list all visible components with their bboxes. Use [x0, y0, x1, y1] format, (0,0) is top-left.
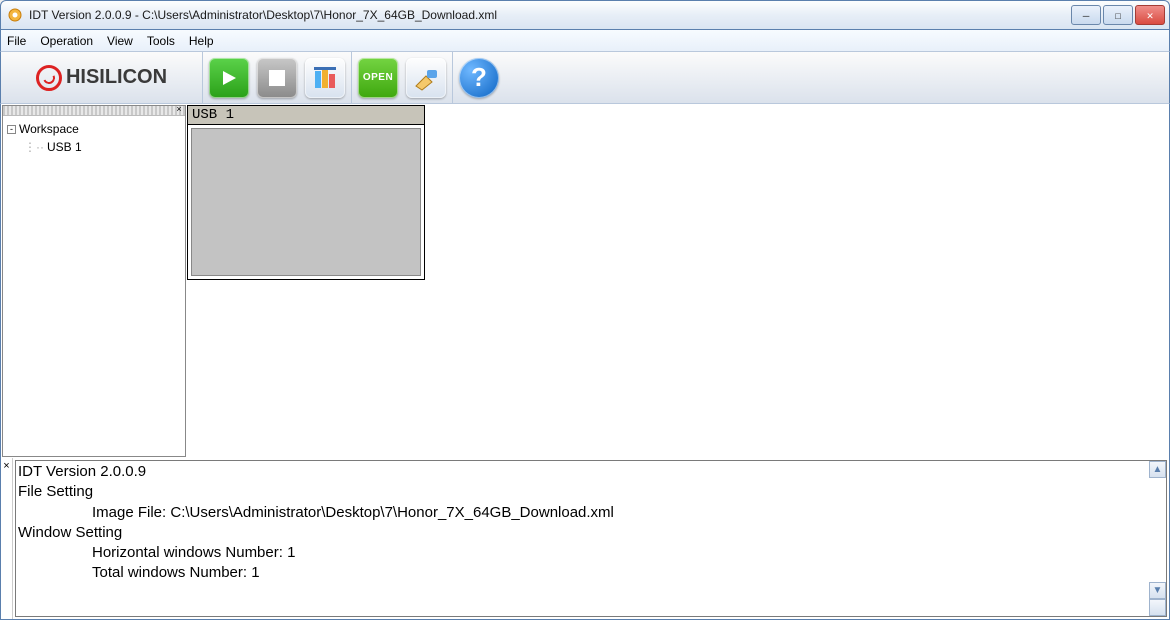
log-line: Horizontal windows Number: 1: [18, 543, 1164, 563]
settings-button[interactable]: [305, 58, 345, 98]
toolbar: HISILICON OPEN ?: [0, 52, 1170, 104]
menu-help[interactable]: Help: [189, 34, 214, 48]
log-pane: × ▲ ▼ IDT Version 2.0.0.9File SettingIma…: [0, 458, 1170, 620]
erase-button[interactable]: [406, 58, 446, 98]
tree-item-label: USB 1: [47, 140, 82, 154]
log-line: Window Setting: [18, 523, 1164, 543]
tree-item-usb1[interactable]: ⋮·· USB 1: [7, 138, 181, 156]
brand-logo-text: HISILICON: [66, 66, 167, 89]
menu-view[interactable]: View: [107, 34, 133, 48]
start-button[interactable]: [209, 58, 249, 98]
log-output[interactable]: ▲ ▼ IDT Version 2.0.0.9File SettingImage…: [15, 460, 1167, 617]
log-line: File Setting: [18, 482, 1164, 502]
tree-root[interactable]: - Workspace: [7, 120, 181, 138]
panel-close-icon[interactable]: ×: [174, 105, 184, 115]
device-box[interactable]: USB 1: [187, 105, 425, 280]
log-pane-close-icon[interactable]: ×: [1, 458, 13, 619]
brand-logo-icon: [36, 65, 62, 91]
panel-grip[interactable]: ×: [3, 106, 185, 116]
workspace-panel: × - Workspace ⋮·· USB 1: [2, 105, 186, 457]
help-glyph: ?: [471, 62, 487, 93]
menu-operation[interactable]: Operation: [40, 34, 93, 48]
main-area: × - Workspace ⋮·· USB 1 USB 1: [0, 104, 1170, 458]
log-line: Image File: C:\Users\Administrator\Deskt…: [18, 503, 1164, 523]
stop-button[interactable]: [257, 58, 297, 98]
minimize-button[interactable]: —: [1071, 5, 1101, 25]
open-button-label: OPEN: [363, 72, 393, 83]
close-button[interactable]: ✕: [1135, 5, 1165, 25]
content-area: USB 1: [187, 105, 1168, 457]
brand-logo: HISILICON: [1, 52, 203, 103]
menubar: File Operation View Tools Help: [0, 30, 1170, 52]
workspace-tree[interactable]: - Workspace ⋮·· USB 1: [3, 116, 185, 160]
maximize-button[interactable]: ☐: [1103, 5, 1133, 25]
help-button[interactable]: ?: [459, 58, 499, 98]
menu-file[interactable]: File: [7, 34, 26, 48]
scroll-down-icon[interactable]: ▼: [1149, 582, 1166, 599]
titlebar[interactable]: IDT Version 2.0.0.9 - C:\Users\Administr…: [0, 0, 1170, 30]
app-icon: [7, 7, 23, 23]
scroll-up-icon[interactable]: ▲: [1149, 461, 1166, 478]
window-title: IDT Version 2.0.0.9 - C:\Users\Administr…: [29, 8, 1065, 22]
device-box-body[interactable]: [191, 128, 421, 276]
log-line: Total windows Number: 1: [18, 563, 1164, 583]
scroll-corner: [1149, 599, 1166, 616]
tree-collapse-icon[interactable]: -: [7, 125, 16, 134]
device-box-title: USB 1: [188, 106, 424, 125]
open-button[interactable]: OPEN: [358, 58, 398, 98]
tree-root-label: Workspace: [19, 122, 79, 136]
menu-tools[interactable]: Tools: [147, 34, 175, 48]
log-line: IDT Version 2.0.0.9: [18, 462, 1164, 482]
tree-branch-icon: ⋮··: [24, 140, 44, 154]
